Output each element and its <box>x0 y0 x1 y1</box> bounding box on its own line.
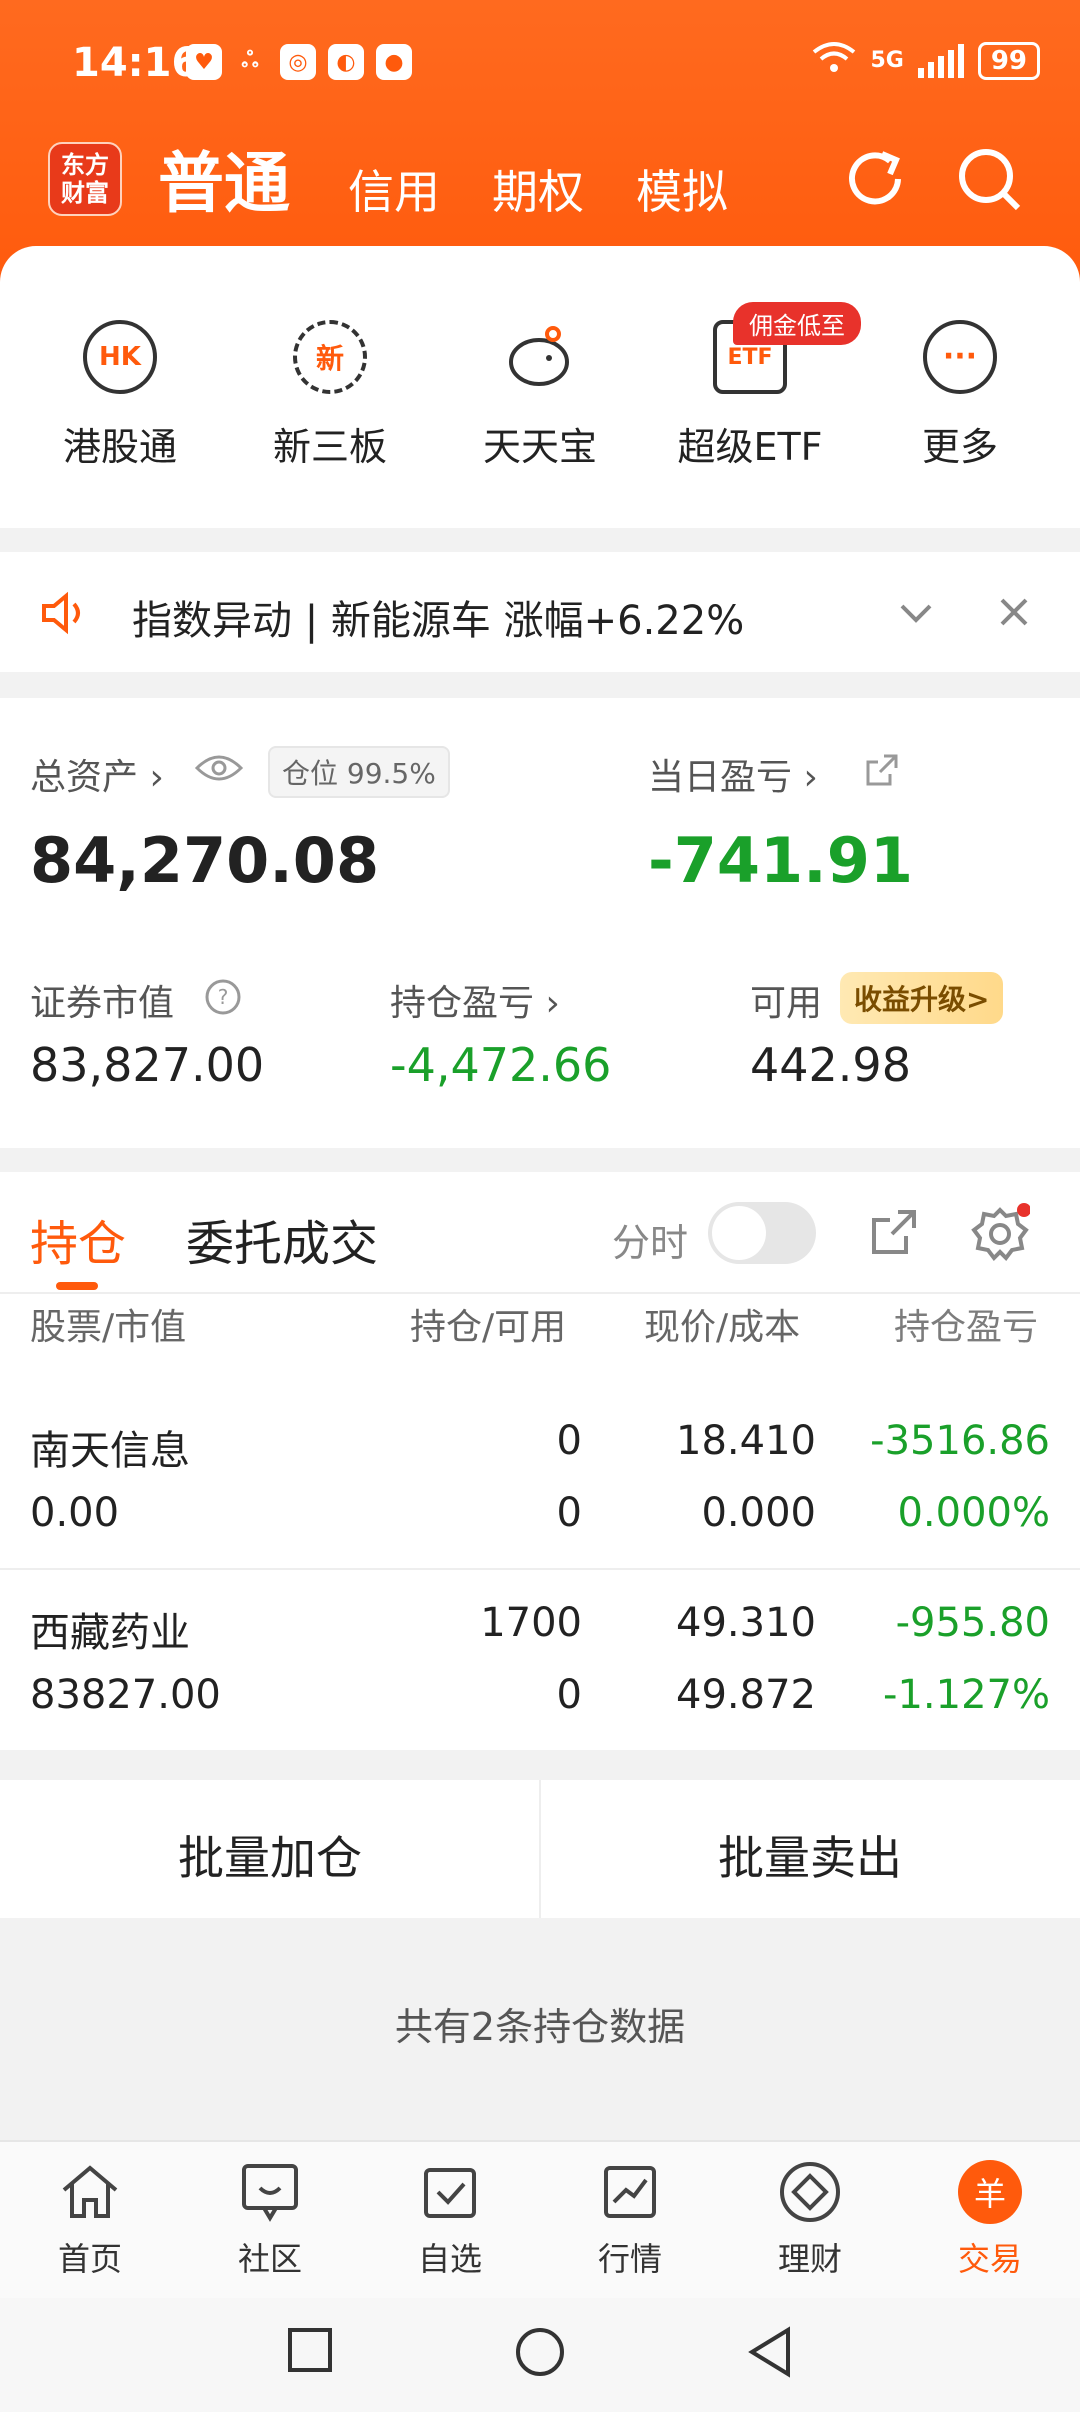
position-pl: -3516.86 <box>870 1418 1050 1464</box>
notification-icon: ◐ <box>328 44 364 80</box>
batch-add-button[interactable]: 批量加仓 <box>0 1822 540 1888</box>
upgrade-badge[interactable]: 收益升级> <box>840 972 1004 1024</box>
hold-qty: 0 <box>556 1418 582 1464</box>
app-logo: 东方财富 <box>48 142 122 216</box>
notification-icon: ● <box>376 44 412 80</box>
available-label: 可用 <box>750 983 823 1024</box>
signal-icon <box>917 43 964 78</box>
promo-badge: 佣金低至 <box>733 302 861 345</box>
asset-summary: 总资产 › 仓位 99.5% 84,270.08 当日盈亏 › -741.91 … <box>0 698 1080 1148</box>
quick-action-neeq[interactable]: 新 新三板 <box>230 320 430 471</box>
tab-underline <box>56 1282 98 1290</box>
hk-icon: HK <box>83 320 157 394</box>
quick-action-hk[interactable]: HK 港股通 <box>20 320 220 471</box>
cost-price: 49.872 <box>676 1672 816 1718</box>
position-pl-pct: -1.127% <box>883 1672 1050 1718</box>
nav-wealth[interactable]: 理财 <box>720 2160 900 2280</box>
avail-qty: 0 <box>556 1672 582 1718</box>
column-price: 现价/成本 <box>644 1307 801 1348</box>
avail-qty: 0 <box>556 1490 582 1536</box>
speaker-icon <box>40 590 90 640</box>
current-price: 49.310 <box>676 1600 816 1646</box>
total-assets-label[interactable]: 总资产 › <box>30 748 164 800</box>
available-value: 442.98 <box>750 1038 911 1092</box>
market-value: 83,827.00 <box>30 1038 265 1092</box>
position-pl: -955.80 <box>895 1600 1050 1646</box>
bottom-nav: 首页 社区 自选 行情 理财 羊 交易 <box>0 2140 1080 2298</box>
stock-name: 西藏药业 <box>30 1610 190 1656</box>
battery-icon: 99 <box>977 41 1040 80</box>
nav-trade[interactable]: 羊 交易 <box>900 2160 1080 2280</box>
hold-pl-label[interactable]: 持仓盈亏 › <box>390 974 560 1026</box>
column-stock: 股票/市值 <box>30 1307 187 1348</box>
home-icon <box>58 2160 122 2224</box>
quick-action-more[interactable]: ··· 更多 <box>860 320 1060 471</box>
share-icon[interactable] <box>864 752 900 792</box>
nav-watchlist[interactable]: 自选 <box>360 2160 540 2280</box>
batch-actions: 批量加仓 批量卖出 <box>0 1780 1080 1918</box>
wifi-icon <box>812 40 856 81</box>
notice-text: 指数异动 | 新能源车 涨幅+6.22% <box>132 598 745 644</box>
daily-pl-value: -741.91 <box>648 824 913 897</box>
status-bar: 14:16 ♥ ஃ ◎ ◐ ● 5G 99 <box>0 0 1080 120</box>
current-price: 18.410 <box>676 1418 816 1464</box>
stock-value: 83827.00 <box>30 1672 221 1718</box>
network-type: 5G <box>870 48 904 73</box>
external-link-icon[interactable] <box>868 1206 920 1262</box>
column-pl: 持仓盈亏 <box>894 1307 1039 1348</box>
notification-icon: ஃ <box>241 48 259 73</box>
holdings-count: 共有2条持仓数据 <box>394 2005 686 2049</box>
gear-icon[interactable] <box>970 1202 1031 1266</box>
diamond-icon <box>778 2160 842 2224</box>
status-right: 5G 99 <box>812 40 1040 81</box>
stock-name: 南天信息 <box>30 1428 190 1474</box>
market-value-label: 证券市值 <box>30 983 175 1024</box>
chat-icon <box>238 2160 302 2224</box>
system-nav-bar <box>0 2298 1080 2412</box>
tab-options[interactable]: 期权 <box>492 156 584 222</box>
position-ratio-pill: 仓位 99.5% <box>268 746 450 798</box>
nav-home[interactable]: 首页 <box>0 2160 180 2280</box>
search-icon[interactable] <box>954 144 1024 214</box>
checklist-icon <box>418 2160 482 2224</box>
help-icon[interactable]: ? <box>204 978 242 1020</box>
status-time: 14:16 <box>72 40 200 86</box>
nav-community[interactable]: 社区 <box>180 2160 360 2280</box>
column-position: 持仓/可用 <box>410 1307 567 1348</box>
tab-simulate[interactable]: 模拟 <box>636 156 728 222</box>
cost-price: 0.000 <box>701 1490 816 1536</box>
quick-action-ttb[interactable]: 天天宝 <box>440 320 640 471</box>
tab-normal[interactable]: 普通 <box>158 130 290 226</box>
tab-orders[interactable]: 委托成交 <box>186 1204 378 1274</box>
refresh-icon[interactable] <box>840 144 910 214</box>
chevron-down-icon[interactable] <box>896 592 936 636</box>
back-icon[interactable] <box>744 2326 796 2382</box>
tab-credit[interactable]: 信用 <box>348 156 440 222</box>
close-icon[interactable] <box>994 592 1034 636</box>
intraday-toggle[interactable] <box>708 1202 816 1264</box>
more-icon: ··· <box>923 320 997 394</box>
notification-icon: ◎ <box>280 44 316 80</box>
hold-pl-value: -4,472.66 <box>390 1038 612 1092</box>
hold-qty: 1700 <box>480 1600 582 1646</box>
notice-bar[interactable]: 指数异动 | 新能源车 涨幅+6.22% <box>0 552 1080 672</box>
tab-holdings[interactable]: 持仓 <box>30 1204 126 1274</box>
position-pl-pct: 0.000% <box>897 1490 1050 1536</box>
total-assets-value: 84,270.08 <box>30 824 380 897</box>
notification-icon: ♥ <box>186 44 222 80</box>
stock-value: 0.00 <box>30 1490 120 1536</box>
new-board-icon: 新 <box>293 320 367 394</box>
eye-icon[interactable] <box>194 750 244 790</box>
trade-icon: 羊 <box>958 2160 1022 2224</box>
intraday-label: 分时 <box>612 1221 689 1265</box>
recent-apps-icon[interactable] <box>286 2326 334 2378</box>
svg-text:?: ? <box>218 985 229 1009</box>
top-nav: 东方财富 普通 信用 期权 模拟 <box>0 130 1080 240</box>
daily-pl-label[interactable]: 当日盈亏 › <box>648 748 818 800</box>
nav-market[interactable]: 行情 <box>540 2160 720 2280</box>
chart-icon <box>598 2160 662 2224</box>
piggy-bank-icon <box>503 320 577 394</box>
home-button-icon[interactable] <box>514 2326 566 2382</box>
batch-sell-button[interactable]: 批量卖出 <box>540 1822 1080 1888</box>
